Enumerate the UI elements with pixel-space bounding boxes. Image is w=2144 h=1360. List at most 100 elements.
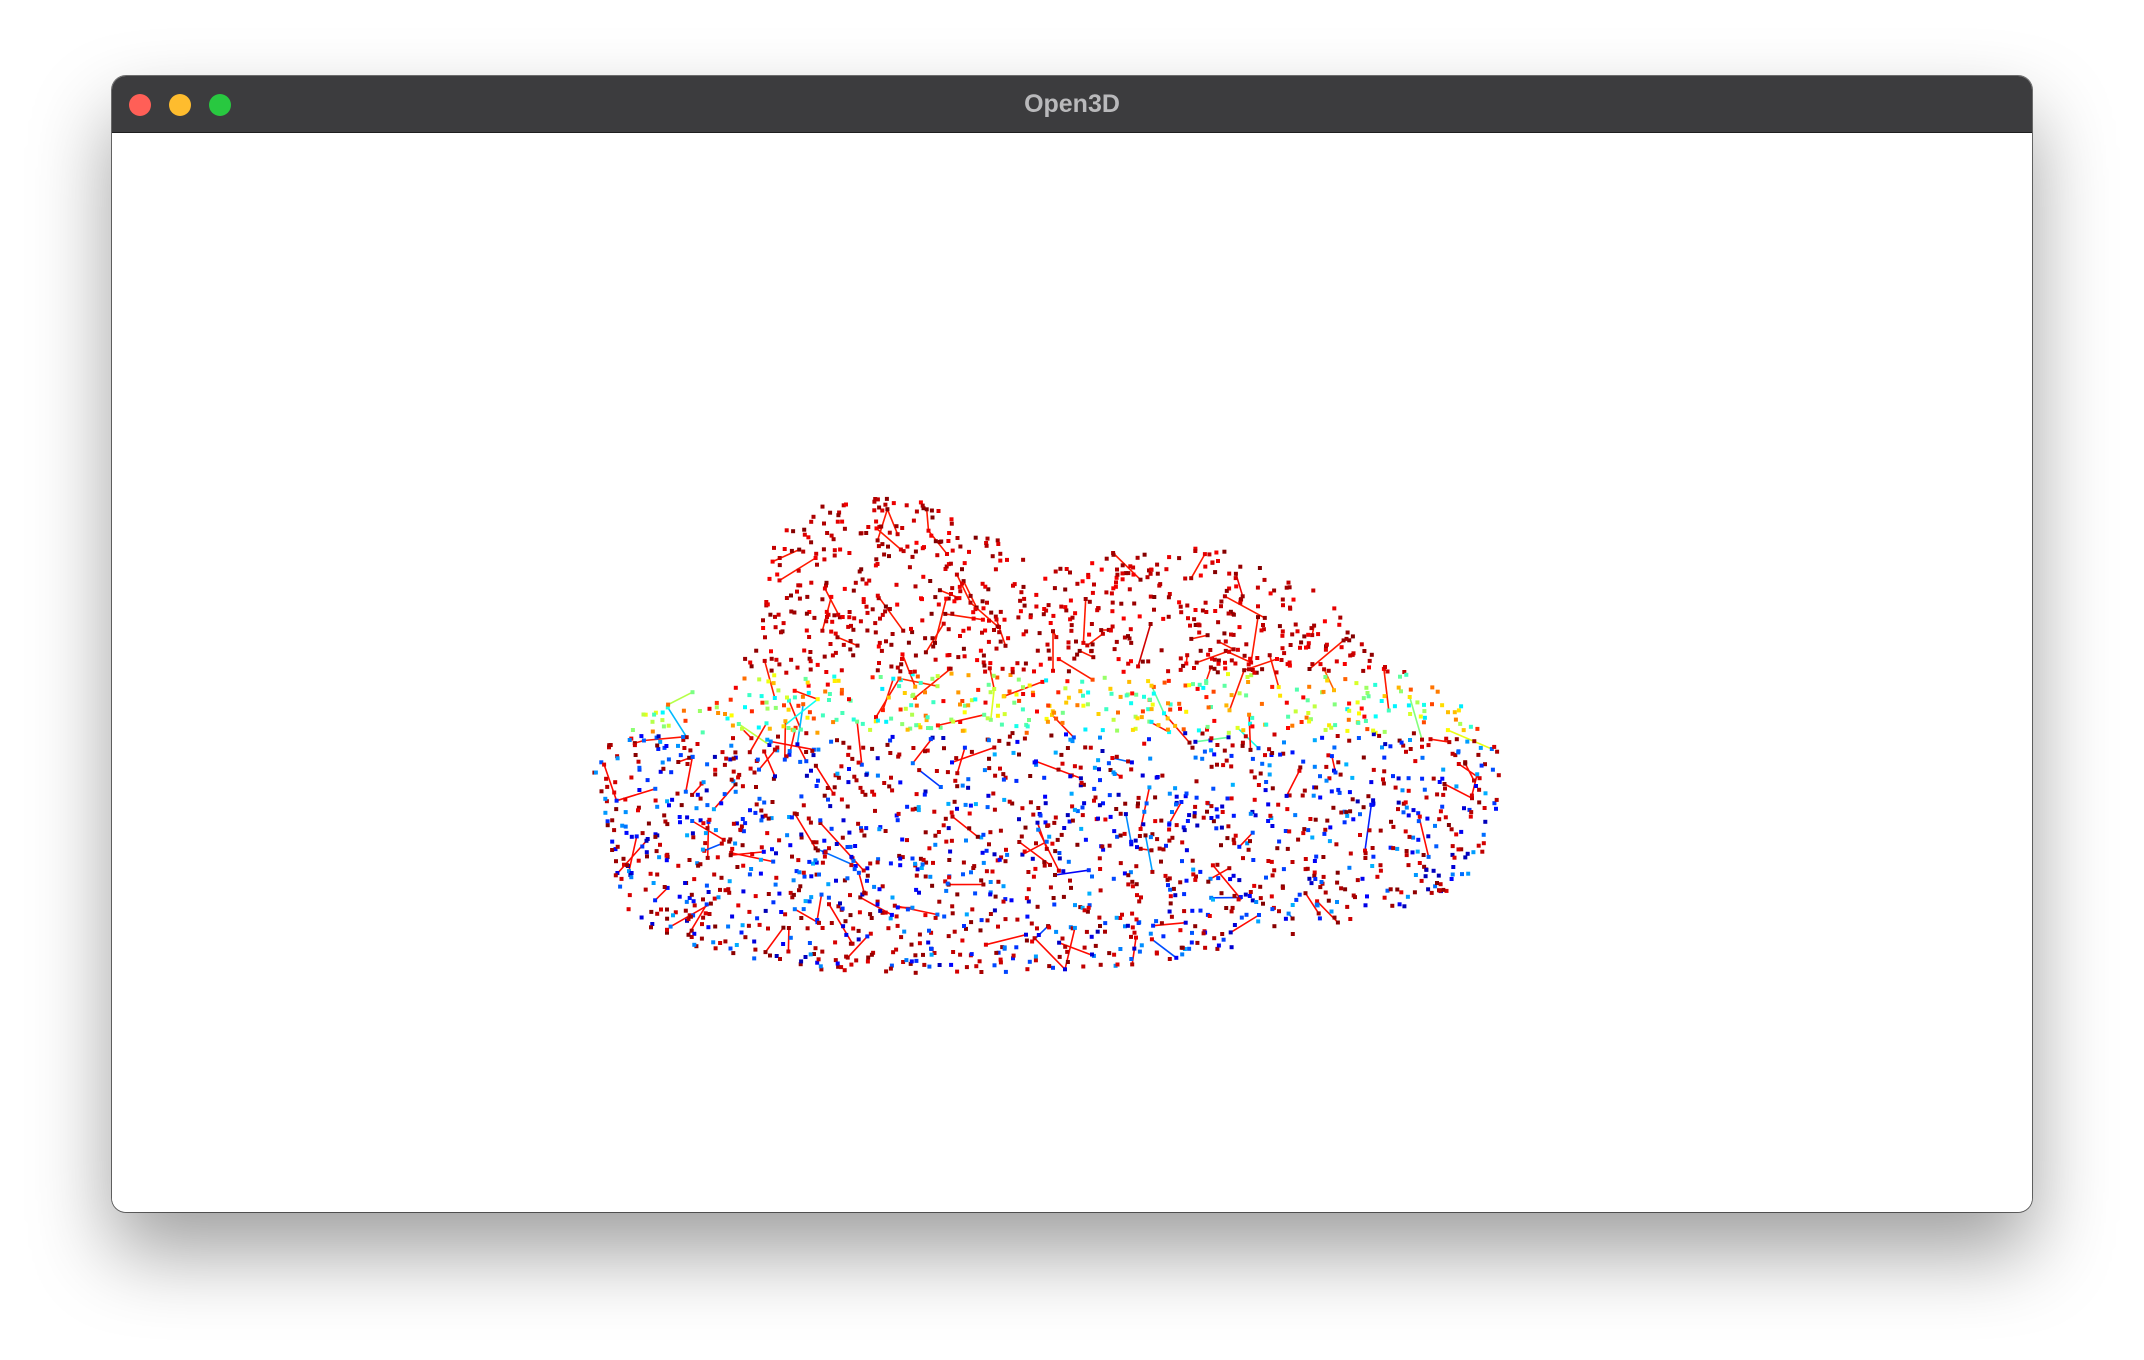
cloud-edge	[763, 751, 776, 777]
cloud-point	[1167, 838, 1172, 843]
cloud-point	[1205, 724, 1210, 729]
cloud-point	[1000, 666, 1005, 671]
cloud-point	[1112, 952, 1117, 957]
cloud-point	[866, 955, 871, 960]
cloud-point	[828, 642, 833, 646]
cloud-point	[683, 908, 688, 913]
cloud-point	[875, 538, 880, 543]
cloud-point	[1164, 567, 1169, 572]
cloud-point	[1196, 728, 1201, 733]
cloud-point	[1168, 894, 1173, 899]
cloud-point	[809, 874, 814, 879]
cloud-point	[1293, 709, 1298, 714]
cloud-point	[1247, 667, 1251, 672]
cloud-point	[1388, 887, 1393, 892]
point-cloud-canvas[interactable]	[112, 133, 2032, 1212]
cloud-point	[1203, 564, 1208, 569]
cloud-point	[937, 588, 942, 593]
cloud-point	[691, 835, 696, 840]
cloud-point	[664, 853, 669, 858]
cloud-point	[1010, 731, 1015, 736]
cloud-point	[602, 762, 607, 767]
cloud-point	[1089, 622, 1094, 626]
cloud-point	[1116, 657, 1121, 662]
cloud-point	[921, 574, 926, 579]
cloud-point	[1035, 709, 1039, 714]
cloud-point	[1344, 636, 1349, 641]
cloud-point	[797, 596, 802, 601]
title-bar[interactable]: Open3D	[112, 76, 2032, 133]
cloud-point	[694, 806, 699, 811]
cloud-point	[963, 802, 968, 807]
cloud-point	[1227, 708, 1232, 713]
cloud-point	[1003, 859, 1008, 864]
cloud-point	[923, 690, 927, 695]
cloud-point	[1363, 719, 1368, 723]
cloud-point	[753, 894, 758, 899]
cloud-point	[890, 734, 895, 739]
cloud-point	[944, 596, 949, 601]
cloud-point	[730, 846, 735, 851]
cloud-point	[913, 584, 918, 589]
cloud-point	[660, 760, 665, 765]
cloud-point	[770, 559, 775, 564]
cloud-point	[1214, 807, 1219, 812]
cloud-point	[1036, 806, 1041, 810]
cloud-point	[1329, 754, 1334, 759]
cloud-point	[1147, 737, 1151, 742]
cloud-point	[996, 542, 1001, 546]
cloud-point	[877, 887, 882, 892]
cloud-point	[824, 619, 829, 624]
cloud-point	[833, 940, 838, 945]
cloud-point	[1183, 920, 1188, 925]
cloud-point	[1215, 670, 1220, 675]
cloud-edge	[1228, 669, 1245, 711]
cloud-point	[958, 952, 963, 957]
cloud-point	[1066, 669, 1071, 674]
cloud-edge	[1285, 770, 1301, 797]
cloud-point	[973, 607, 978, 612]
cloud-point	[1331, 805, 1336, 810]
cloud-point	[1174, 802, 1178, 807]
cloud-point	[1126, 882, 1131, 887]
cloud-point	[1021, 584, 1026, 589]
cloud-point	[1190, 745, 1195, 750]
cloud-point	[895, 602, 900, 607]
cloud-point	[614, 798, 619, 803]
cloud-point	[1160, 773, 1165, 778]
cloud-point	[1247, 712, 1252, 717]
cloud-point	[1129, 659, 1133, 664]
cloud-point	[761, 618, 765, 623]
cloud-point	[822, 854, 827, 859]
cloud-point	[1437, 780, 1442, 784]
cloud-point	[1155, 837, 1160, 842]
cloud-point	[792, 688, 797, 693]
cloud-point	[777, 578, 782, 583]
cloud-point	[1020, 707, 1025, 712]
cloud-point	[910, 712, 915, 717]
cloud-point	[1402, 904, 1407, 909]
cloud-point	[1280, 629, 1285, 634]
cloud-point	[910, 761, 915, 766]
cloud-point	[695, 792, 700, 797]
cloud-point	[1282, 740, 1286, 745]
cloud-point	[1378, 828, 1383, 833]
cloud-point	[1267, 772, 1272, 777]
cloud-point	[701, 915, 706, 920]
3d-viewport[interactable]	[112, 133, 2032, 1212]
cloud-point	[786, 926, 791, 930]
cloud-point	[967, 549, 971, 554]
cloud-point	[623, 797, 628, 802]
cloud-point	[1146, 679, 1151, 684]
cloud-point	[954, 756, 959, 761]
cloud-point	[1049, 733, 1054, 738]
cloud-point	[1314, 902, 1319, 907]
cloud-point	[928, 737, 933, 742]
cloud-point	[1270, 907, 1275, 912]
cloud-point	[730, 914, 735, 919]
cloud-point	[761, 626, 766, 630]
cloud-point	[767, 726, 772, 731]
cloud-point	[1252, 775, 1257, 780]
cloud-point	[1215, 743, 1220, 747]
cloud-point	[980, 617, 985, 622]
